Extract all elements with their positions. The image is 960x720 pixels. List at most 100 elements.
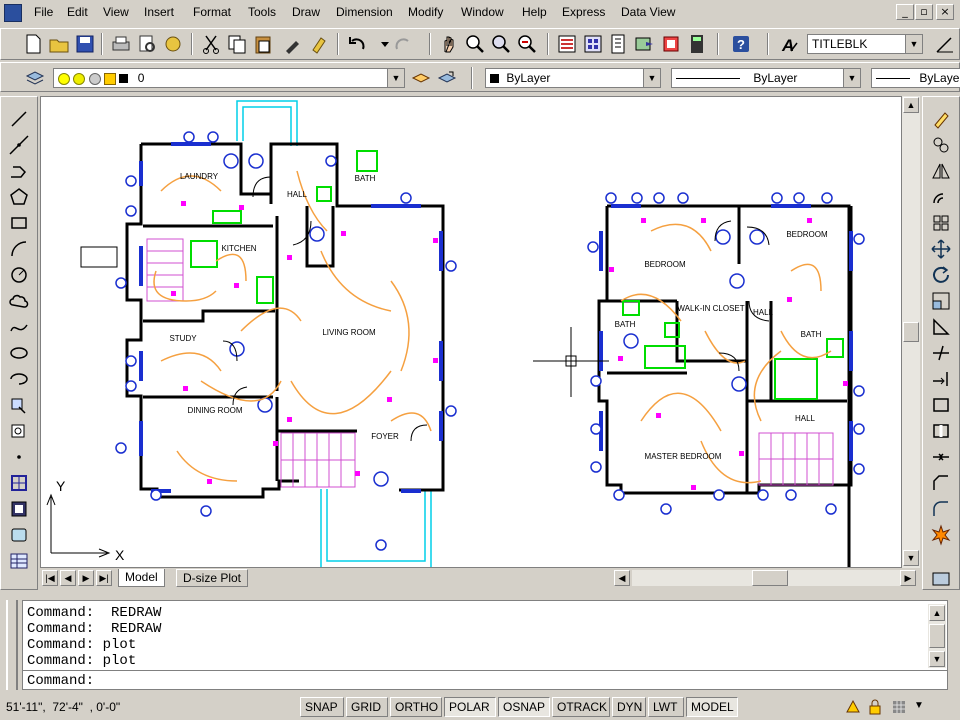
chevron-down-icon[interactable]: ▼: [843, 69, 860, 87]
quick-calc-icon[interactable]: [685, 32, 709, 56]
undo-icon[interactable]: [345, 32, 369, 56]
menu-data-view[interactable]: Data View: [621, 5, 675, 19]
previous-tab-button[interactable]: ◀: [60, 570, 76, 586]
scroll-up-button[interactable]: ▲: [903, 97, 919, 113]
copy-object-icon[interactable]: [929, 133, 953, 157]
point-icon[interactable]: [7, 445, 31, 469]
scroll-thumb[interactable]: [903, 322, 919, 342]
status-toggle-dyn[interactable]: DYN: [612, 697, 646, 717]
make-object-layer-current-icon[interactable]: [409, 66, 433, 90]
status-toggle-polar[interactable]: POLAR: [444, 697, 496, 717]
toolbar-lock-icon[interactable]: [866, 698, 884, 716]
chevron-down-icon[interactable]: ▼: [643, 69, 660, 87]
ellipse-icon[interactable]: [7, 341, 31, 365]
menu-modify[interactable]: Modify: [408, 5, 443, 19]
polyline-icon[interactable]: [7, 159, 31, 183]
minimize-button[interactable]: _: [896, 4, 914, 20]
layer-properties-manager-icon[interactable]: [23, 66, 47, 90]
sheet-set-manager-icon[interactable]: [633, 32, 657, 56]
status-toggle-model[interactable]: MODEL: [686, 697, 738, 717]
tray-settings-icon[interactable]: [890, 698, 908, 716]
explode-icon[interactable]: [929, 523, 953, 547]
match-properties-icon[interactable]: [281, 32, 305, 56]
properties-icon[interactable]: [555, 32, 579, 56]
table-icon[interactable]: [7, 549, 31, 573]
join-icon[interactable]: [929, 445, 953, 469]
text-style-dropdown[interactable]: TITLEBLK ▼: [807, 34, 923, 54]
move-icon[interactable]: [929, 237, 953, 261]
restore-button[interactable]: ▫: [915, 4, 933, 20]
help-icon[interactable]: ?: [729, 32, 753, 56]
hatch-icon[interactable]: [7, 471, 31, 495]
menu-window[interactable]: Window: [461, 5, 504, 19]
sun-icon[interactable]: [73, 72, 86, 85]
command-scroll-down-button[interactable]: ▼: [929, 651, 945, 667]
status-toggle-grid[interactable]: GRID: [346, 697, 388, 717]
insert-block-icon[interactable]: [7, 393, 31, 417]
menu-dimension[interactable]: Dimension: [336, 5, 393, 19]
first-tab-button[interactable]: |◀: [42, 570, 58, 586]
polygon-icon[interactable]: [7, 185, 31, 209]
gradient-icon[interactable]: [7, 497, 31, 521]
horizontal-scroll-thumb[interactable]: [752, 570, 788, 586]
menu-draw[interactable]: Draw: [292, 5, 320, 19]
scroll-down-button[interactable]: ▼: [903, 550, 919, 566]
command-scrollbar[interactable]: ▲ ▼: [928, 604, 946, 668]
chamfer-icon[interactable]: [929, 471, 953, 495]
rectangle-icon[interactable]: [7, 211, 31, 235]
text-style-icon[interactable]: A: [777, 32, 801, 56]
zoom-realtime-icon[interactable]: [463, 32, 487, 56]
drawing-vertical-scrollbar[interactable]: ▲ ▼: [902, 96, 920, 568]
save-icon[interactable]: [73, 32, 97, 56]
last-tab-button[interactable]: ▶|: [96, 570, 112, 586]
arc-icon[interactable]: [7, 237, 31, 261]
zoom-previous-icon[interactable]: [515, 32, 539, 56]
trim-icon[interactable]: [929, 341, 953, 365]
next-tab-button[interactable]: ▶: [78, 570, 94, 586]
chevron-down-icon[interactable]: ▼: [387, 69, 404, 87]
dimension-style-icon[interactable]: [933, 32, 957, 56]
fillet-icon[interactable]: [929, 497, 953, 521]
revision-cloud-icon[interactable]: [7, 289, 31, 313]
drawing-canvas[interactable]: LAUNDRY KITCHEN STUDY DINING ROOM LIVING…: [40, 96, 902, 568]
publish-icon[interactable]: [161, 32, 185, 56]
viewport-freeze-icon[interactable]: [88, 72, 101, 85]
menu-format[interactable]: Format: [193, 5, 231, 19]
lightbulb-icon[interactable]: [58, 72, 70, 85]
scale-icon[interactable]: [929, 289, 953, 313]
command-prompt[interactable]: Command:: [27, 673, 94, 689]
construction-line-icon[interactable]: [7, 133, 31, 157]
menu-file[interactable]: File: [34, 5, 53, 19]
properties-palette-icon[interactable]: [929, 567, 953, 591]
plot-icon[interactable]: [109, 32, 133, 56]
paste-icon[interactable]: [251, 32, 275, 56]
line-icon[interactable]: [7, 107, 31, 131]
tool-palettes-icon[interactable]: [607, 32, 631, 56]
coordinate-readout[interactable]: 51'-11", 72'-4" , 0'-0": [6, 700, 120, 714]
menu-insert[interactable]: Insert: [144, 5, 174, 19]
scroll-right-button[interactable]: ▶: [900, 570, 916, 586]
menu-tools[interactable]: Tools: [248, 5, 276, 19]
layer-dropdown[interactable]: 0 ▼: [53, 68, 405, 88]
mirror-icon[interactable]: [929, 159, 953, 183]
drawing-horizontal-scrollbar[interactable]: [632, 570, 900, 586]
lock-icon[interactable]: [104, 72, 117, 85]
close-button[interactable]: ×: [936, 4, 954, 20]
command-scroll-thumb[interactable]: [929, 624, 945, 648]
block-editor-icon[interactable]: [307, 32, 331, 56]
tab-d-size-plot[interactable]: D-size Plot: [176, 569, 249, 587]
menu-view[interactable]: View: [103, 5, 129, 19]
design-center-icon[interactable]: [581, 32, 605, 56]
extend-icon[interactable]: [929, 367, 953, 391]
break-icon[interactable]: [929, 419, 953, 443]
linetype-control-dropdown[interactable]: ByLayer ▼: [671, 68, 861, 88]
menu-express[interactable]: Express: [562, 5, 605, 19]
array-icon[interactable]: [929, 211, 953, 235]
status-toggle-snap[interactable]: SNAP: [300, 697, 344, 717]
status-toggle-ortho[interactable]: ORTHO: [390, 697, 442, 717]
command-scroll-up-button[interactable]: ▲: [929, 605, 945, 621]
zoom-window-icon[interactable]: [489, 32, 513, 56]
autocad-app-icon[interactable]: [4, 4, 22, 22]
status-toggle-osnap[interactable]: OSNAP: [498, 697, 550, 717]
status-toggle-otrack[interactable]: OTRACK: [552, 697, 610, 717]
